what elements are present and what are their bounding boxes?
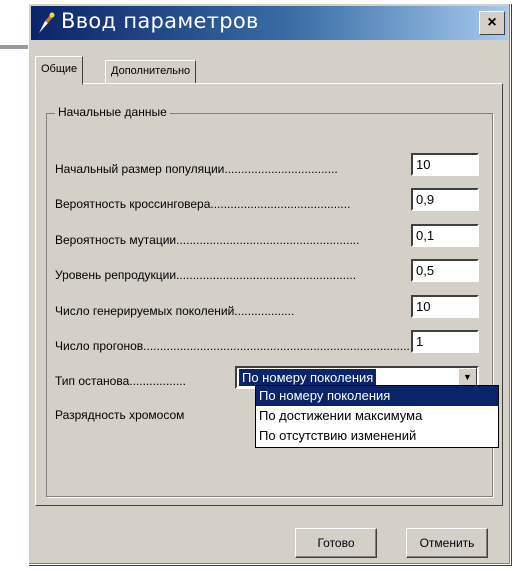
stop-type-dropdown: По номеру поколения По достижении максим… <box>255 385 499 448</box>
close-button[interactable]: × <box>479 11 505 35</box>
dropdown-option-no-change[interactable]: По отсутствию изменений <box>256 426 498 446</box>
population-size-label: Начальный размер популяции..............… <box>55 162 338 176</box>
reproduction-level-input[interactable]: 0,5 <box>411 259 479 282</box>
population-size-input[interactable]: 10 <box>411 153 479 176</box>
runs-count-input[interactable]: 1 <box>411 330 479 353</box>
tab-advanced-label: Дополнительно <box>111 65 191 77</box>
dropdown-option-by-maximum[interactable]: По достижении максимума <box>256 406 498 426</box>
runs-count-label: Число прогонов..........................… <box>55 339 440 353</box>
tab-advanced[interactable]: Дополнительно <box>105 60 197 84</box>
mutation-probability-label: Вероятность мутации.....................… <box>55 233 360 247</box>
generations-count-input[interactable]: 10 <box>411 295 479 318</box>
dialog-window: Ввод параметров × Общие Дополнительно На… <box>28 3 511 565</box>
ok-button[interactable]: Готово <box>295 528 377 558</box>
app-icon <box>39 12 55 33</box>
close-icon: × <box>487 14 497 31</box>
reproduction-level-label: Уровень репродукции.....................… <box>55 268 357 282</box>
chromosome-bits-label: Разрядность хромосом <box>55 408 185 422</box>
tab-general-label: Общие <box>41 63 78 75</box>
stop-type-value: По номеру поколения <box>239 369 377 386</box>
stop-type-label: Тип останова................. <box>55 374 186 388</box>
mutation-probability-input[interactable]: 0,1 <box>411 224 479 247</box>
dropdown-option-by-generation[interactable]: По номеру поколения <box>256 386 498 406</box>
tab-general[interactable]: Общие <box>35 56 84 85</box>
group-title: Начальные данные <box>55 105 170 119</box>
generations-count-label: Число генерируемых поколений............… <box>55 304 295 318</box>
window-title: Ввод параметров <box>61 9 259 33</box>
cancel-button[interactable]: Отменить <box>406 528 488 558</box>
title-bar[interactable]: Ввод параметров × <box>31 6 508 40</box>
crossover-probability-label: Вероятность кроссинговера...............… <box>55 197 351 211</box>
crossover-probability-input[interactable]: 0,9 <box>411 188 479 211</box>
background-divider <box>0 45 30 49</box>
